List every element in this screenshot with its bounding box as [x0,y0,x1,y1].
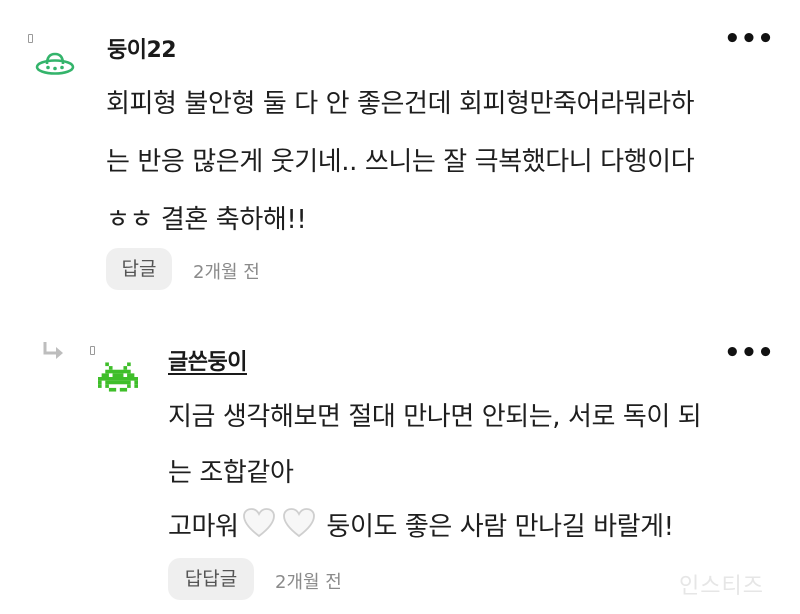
site-watermark: 인스티즈 [679,574,764,599]
more-options-button[interactable]: ••• [724,338,774,368]
reply-to-reply-button[interactable]: 답답글 [168,558,254,600]
comment-text-line: 회피형 불안형 둘 다 안 좋은건데 회피형만죽어라뭐라하 [106,89,695,119]
level-badge-icon [90,346,95,355]
comment-text-line: ㅎㅎ 결혼 축하해!! [106,205,307,235]
comment-text-line: 는 반응 많은게 웃기네.. 쓰니는 잘 극복했다니 다행이다 [106,147,695,177]
reply-author[interactable]: 글쓴둥이 [168,344,247,376]
reply-text-line: 는 조합같아 [168,458,294,488]
reply-text-segment: 고마워 [168,512,239,542]
comment-thread: 둥이22 ••• 회피형 불안형 둘 다 안 좋은건데 회피형만죽어라뭐라하 는… [0,0,800,614]
comment-timestamp: 2개월 전 [193,262,260,283]
reply-text-line: 고마워 둥이도 좋은 사람 만나길 바랄게! [168,506,674,543]
more-options-button[interactable]: ••• [724,24,774,54]
reply-timestamp: 2개월 전 [275,572,342,593]
space-invader-icon [98,362,138,392]
ufo-icon [35,52,75,75]
reply-arrow-icon [43,342,63,359]
comment-author[interactable]: 둥이22 [107,32,177,64]
reply-text-line: 지금 생각해보면 절대 만나면 안되는, 서로 독이 되 [168,402,702,432]
white-heart-icon [282,508,315,538]
reply-button[interactable]: 답글 [106,248,172,290]
white-heart-icon [242,508,275,538]
level-badge-icon [28,34,33,43]
reply-text-segment: 둥이도 좋은 사람 만나길 바랄게! [318,512,674,542]
